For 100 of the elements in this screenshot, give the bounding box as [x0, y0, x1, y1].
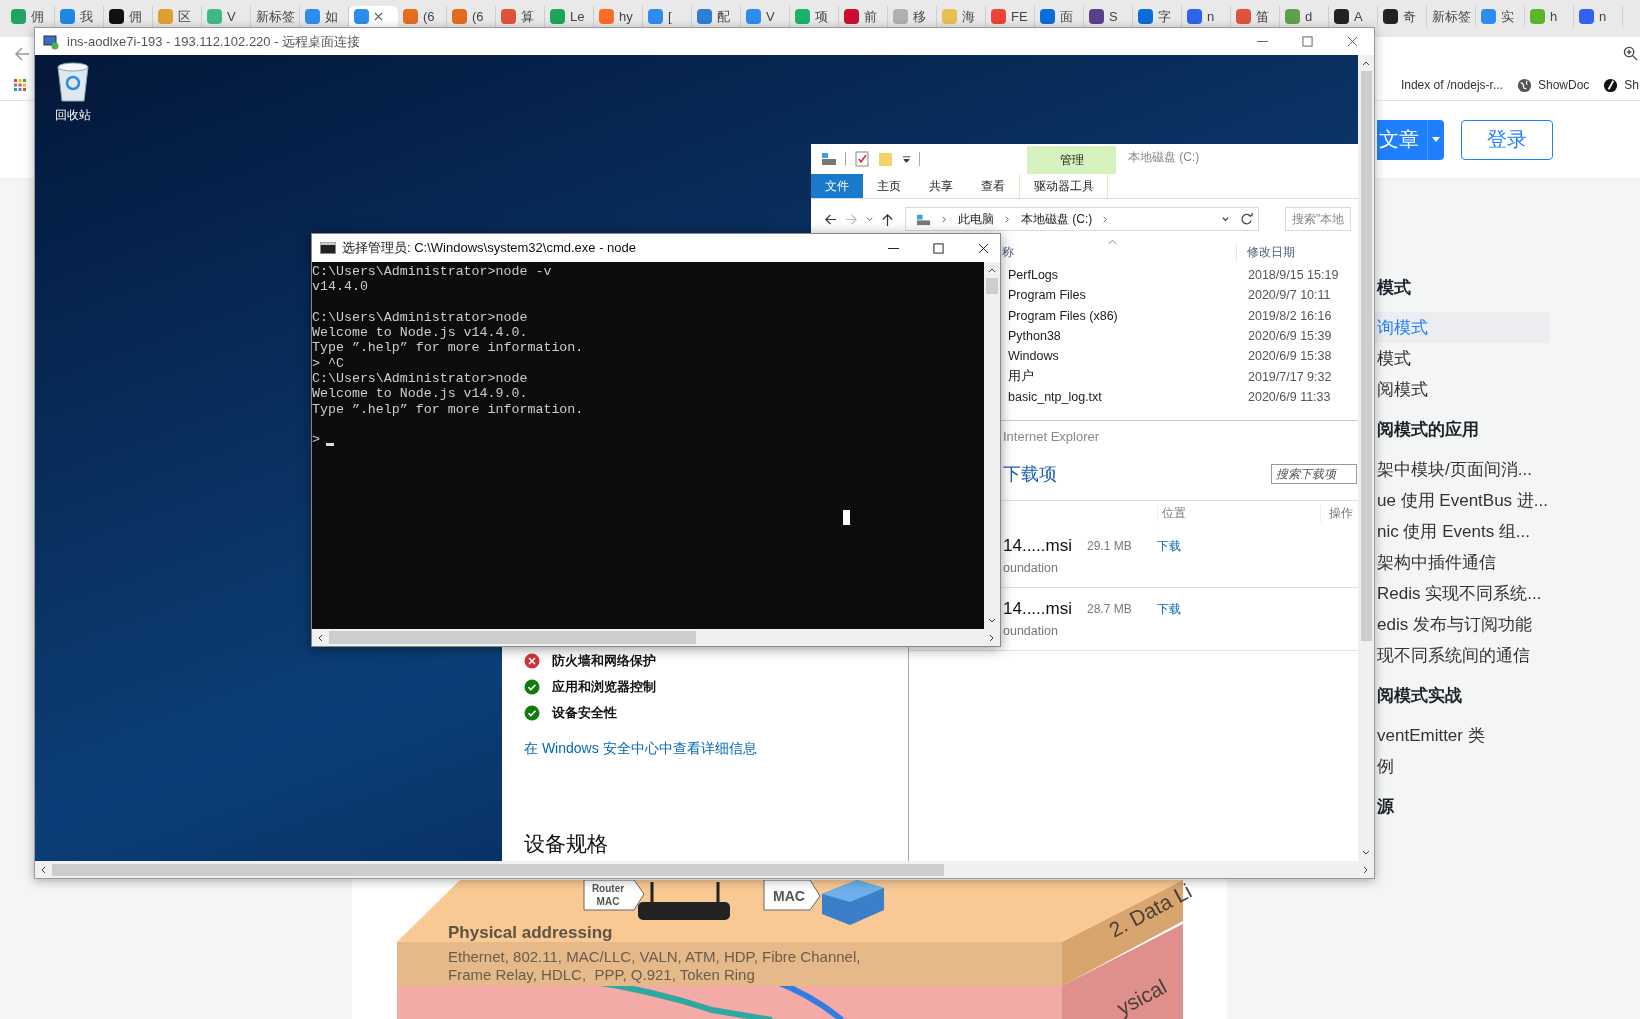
zoom-in-icon[interactable] — [1623, 46, 1638, 61]
app-name: Internet Explorer — [1003, 429, 1101, 444]
download-link[interactable]: 下载 — [1157, 600, 1181, 618]
bookmark-icon — [1603, 77, 1619, 93]
globe-icon — [1516, 77, 1532, 93]
security-status-label: 防火墙和网络保护 — [552, 652, 656, 670]
breadcrumb-item[interactable]: 本地磁盘 (C:) — [1021, 210, 1093, 228]
protocol-list-line: Frame Relay, HDLC, PPP, Q.921, Token Ring — [448, 966, 755, 983]
breadcrumb-item[interactable]: 此电脑 — [958, 210, 994, 228]
download-link[interactable]: 下载 — [1157, 537, 1181, 555]
details-link[interactable]: 在 Windows 安全中心中查看详细信息 — [524, 740, 908, 758]
file-name[interactable]: basic_ntp_log.txt — [1008, 389, 1248, 404]
ribbon-tab[interactable]: 共享 — [915, 174, 967, 198]
modified-date: 2019/8/2 16:16 — [1248, 308, 1332, 323]
monitor-icon — [43, 33, 59, 50]
sort-caret-icon — [1108, 239, 1117, 245]
toc-item[interactable]: 模式 — [1373, 343, 1549, 374]
console-line: Welcome to Node.js v14.9.0. — [312, 386, 528, 402]
file-name[interactable]: Program Files (x86) — [1008, 308, 1248, 323]
toc-item[interactable]: 架构中插件通信 — [1373, 547, 1549, 578]
toc-item[interactable]: 架中模块/页面间消... — [1373, 454, 1549, 485]
toc-heading[interactable]: 阅模式实战 — [1373, 671, 1549, 720]
toc-item[interactable]: Redis 实现不同系统... — [1373, 578, 1549, 609]
browser-tab[interactable]: 实 — [1476, 6, 1525, 27]
console-line: v14.4.0 — [312, 279, 368, 295]
console-prompt: > — [312, 432, 320, 448]
scrollbar-thumb[interactable] — [1360, 71, 1372, 641]
network-switch-drawing — [822, 880, 884, 925]
write-article-button[interactable]: 文章 — [1377, 119, 1444, 160]
layer-title: Physical addressing — [448, 923, 613, 942]
console-line: C:\Users\Administrator>node — [312, 371, 528, 387]
scrollbar[interactable] — [984, 262, 1000, 629]
scrollbar-thumb[interactable] — [52, 863, 944, 876]
file-size: 29.1 MB — [1087, 539, 1133, 553]
file-name[interactable]: Windows — [1008, 349, 1248, 364]
apps-grid-icon[interactable] — [14, 79, 26, 91]
browser-tab[interactable]: h — [1525, 6, 1574, 27]
ribbon-tab[interactable]: 主页 — [863, 174, 915, 198]
toc-heading[interactable]: 模式 — [1373, 263, 1549, 312]
ribbon-context-tab[interactable]: 管理 — [1027, 146, 1116, 174]
address-bar[interactable]: 此电脑 本地磁盘 (C:) — [905, 207, 1259, 231]
browser-tab[interactable]: n — [1574, 6, 1623, 27]
toc-heading[interactable]: 源 — [1373, 782, 1549, 831]
close-icon[interactable] — [978, 242, 989, 254]
error-icon — [524, 653, 540, 669]
console-app-icon — [320, 242, 336, 254]
recycle-bin-icon[interactable] — [55, 61, 91, 103]
maximize-icon[interactable] — [1302, 36, 1313, 47]
bookmark-link[interactable]: Sh — [1603, 77, 1639, 93]
bookmark-link[interactable]: Index of /nodejs-r... — [1400, 77, 1503, 93]
toc-item[interactable]: 例 — [1373, 751, 1549, 782]
login-button[interactable]: 登录 — [1461, 119, 1553, 160]
ribbon-tab[interactable]: 查看 — [967, 174, 1019, 198]
dropdown-caret-icon[interactable] — [902, 154, 911, 164]
console-line: Welcome to Node.js v14.4.0. — [312, 325, 528, 341]
file-name[interactable]: 用户 — [1008, 368, 1248, 386]
modified-date: 2018/9/15 15:19 — [1248, 268, 1339, 283]
refresh-icon[interactable] — [1239, 211, 1254, 227]
browser-tab[interactable]: 新标签 — [1427, 6, 1476, 27]
download-source: oundation — [1003, 624, 1059, 638]
scrollbar-thumb[interactable] — [329, 631, 696, 644]
file-name[interactable]: PerfLogs — [1008, 268, 1248, 283]
modified-date: 2020/6/9 15:38 — [1248, 349, 1332, 364]
desktop-icon-label[interactable]: 回收站 — [55, 107, 91, 124]
layer-name: 2. Data Li — [1105, 880, 1196, 942]
console-line: Type ”.help” for more information. — [312, 401, 584, 417]
section-heading: 设备规格 — [524, 831, 609, 857]
drive-icon[interactable] — [821, 151, 837, 167]
maximize-icon[interactable] — [933, 242, 944, 254]
scrollbar[interactable] — [35, 861, 1374, 878]
toc-item[interactable]: nic 使用 Events 组... — [1373, 516, 1549, 547]
close-icon[interactable] — [374, 12, 383, 21]
up-arrow-icon[interactable] — [880, 211, 895, 227]
ribbon-tab[interactable]: 驱动器工具 — [1019, 174, 1108, 198]
console-line: Type ”.help” for more information. — [312, 340, 584, 356]
toc-item[interactable]: 阅模式 — [1373, 374, 1549, 405]
scrollbar[interactable] — [312, 629, 1000, 646]
browser-tab[interactable] — [349, 6, 398, 27]
properties-icon[interactable] — [854, 151, 870, 167]
toc-item[interactable]: 现不同系统间的通信 — [1373, 640, 1549, 671]
address-tag: Router MAC — [583, 880, 645, 911]
toc-item[interactable]: ventEmitter 类 — [1373, 720, 1549, 751]
browser-tab[interactable]: 佣 — [6, 6, 55, 27]
bookmark-link[interactable]: ShowDoc — [1516, 77, 1590, 93]
scrollbar-thumb[interactable] — [986, 278, 998, 294]
search-field[interactable]: 搜索下载项 — [1271, 464, 1357, 484]
browser-tab[interactable]: 奇 — [1378, 6, 1427, 27]
protocol-list-line: Ethernet, 802.11, MAC/LLC, VALN, ATM, HDP, Fibre Channel, — [448, 948, 861, 965]
column-header[interactable]: 称 — [1002, 243, 1014, 261]
ribbon-tab[interactable]: 文件 — [811, 174, 863, 198]
console-line: C:\Users\Administrator>node -v — [312, 264, 552, 280]
file-name[interactable]: Python38 — [1008, 329, 1248, 344]
file-name[interactable]: Program Files — [1008, 288, 1248, 303]
caret-icon — [1432, 137, 1440, 142]
toc-heading[interactable]: 阅模式的应用 — [1373, 405, 1549, 454]
toc-item[interactable]: edis 发布与订阅功能 — [1373, 609, 1549, 640]
toc-item[interactable]: ue 使用 EventBus 进... — [1373, 485, 1549, 516]
chevron-down-icon[interactable] — [1221, 214, 1230, 224]
scrollbar[interactable] — [1358, 55, 1374, 861]
column-header[interactable]: 修改日期 — [1236, 243, 1295, 261]
